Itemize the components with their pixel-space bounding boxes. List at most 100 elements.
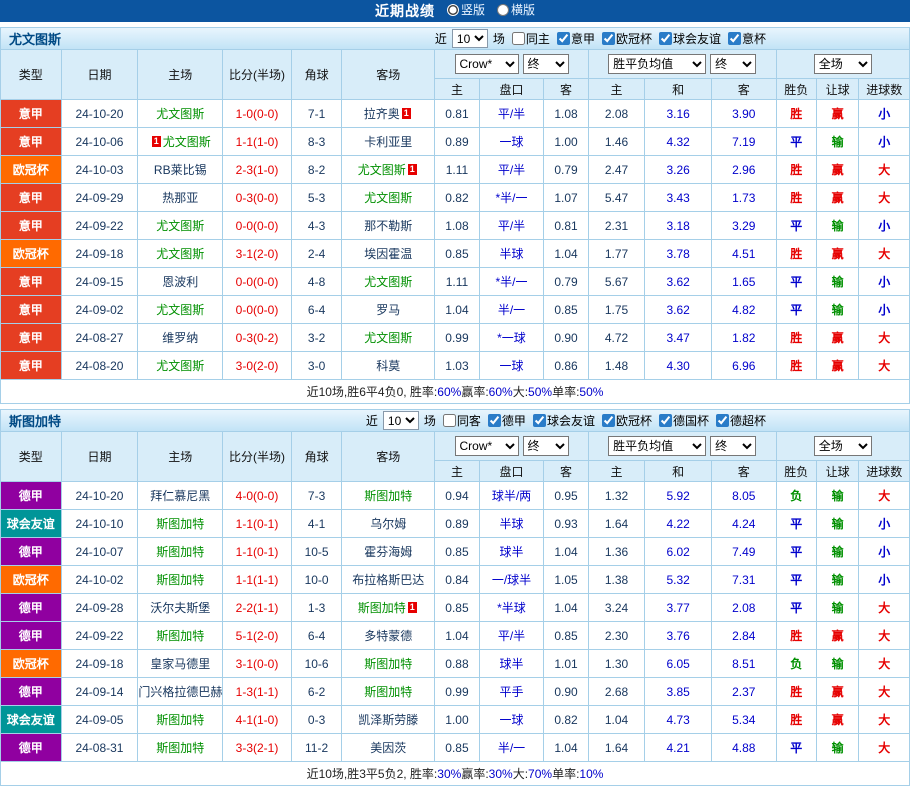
team-name-link[interactable]: 斯图加特 bbox=[156, 629, 204, 643]
team-name-link[interactable]: 霍芬海姆 bbox=[364, 545, 412, 559]
team-title[interactable]: 尤文图斯 bbox=[9, 29, 61, 48]
bookmaker-select[interactable]: Crow* bbox=[455, 436, 519, 456]
team-name-link[interactable]: 斯图加特 bbox=[156, 573, 204, 587]
odds-final-select[interactable]: 终 bbox=[523, 54, 569, 74]
checkbox-input[interactable] bbox=[602, 32, 615, 45]
filter-checkbox-0[interactable]: 同客 bbox=[442, 412, 481, 429]
checkbox-input[interactable] bbox=[443, 414, 456, 427]
team-name-link[interactable]: 斯图加特 bbox=[156, 741, 204, 755]
team-name-link[interactable]: 维罗纳 bbox=[162, 331, 198, 345]
layout-radio[interactable] bbox=[447, 4, 459, 16]
team-name-link[interactable]: 拉齐奥 bbox=[364, 107, 400, 121]
filter-checkbox-1[interactable]: 意甲 bbox=[556, 30, 595, 47]
league-type-badge: 意甲 bbox=[1, 212, 62, 240]
sub-header-2: 客 bbox=[544, 461, 588, 482]
match-score: 0-0(0-0) bbox=[223, 296, 292, 324]
filter-bar: 近10场同主意甲欧冠杯球会友谊意杯 bbox=[435, 29, 901, 48]
team-name-link[interactable]: 门兴格拉德巴赫 bbox=[138, 685, 222, 699]
team-name-link[interactable]: 尤文图斯 bbox=[163, 135, 211, 149]
filter-checkbox-2[interactable]: 球会友谊 bbox=[532, 412, 595, 429]
filter-checkbox-3[interactable]: 欧冠杯 bbox=[601, 412, 652, 429]
checkbox-input[interactable] bbox=[602, 414, 615, 427]
checkbox-input[interactable] bbox=[728, 32, 741, 45]
team-title[interactable]: 斯图加特 bbox=[9, 411, 61, 430]
team-name-link[interactable]: 尤文图斯 bbox=[364, 331, 412, 345]
away-team-cell: 乌尔姆 bbox=[342, 510, 435, 538]
filter-checkbox-2[interactable]: 欧冠杯 bbox=[601, 30, 652, 47]
layout-option-0[interactable]: 竖版 bbox=[447, 1, 485, 18]
team-name-link[interactable]: 斯图加特 bbox=[156, 545, 204, 559]
fulltime-select[interactable]: 全场 bbox=[814, 54, 872, 74]
team-name-link[interactable]: 恩波利 bbox=[162, 275, 198, 289]
redcard-badge: 1 bbox=[408, 164, 417, 175]
team-name-link[interactable]: 尤文图斯 bbox=[156, 219, 204, 233]
team-name-link[interactable]: 尤文图斯 bbox=[156, 359, 204, 373]
odds-final-select[interactable]: 终 bbox=[523, 436, 569, 456]
team-name-link[interactable]: 卡利亚里 bbox=[364, 135, 412, 149]
layout-radio[interactable] bbox=[497, 4, 509, 16]
team-name-link[interactable]: 埃因霍温 bbox=[364, 247, 412, 261]
team-name-link[interactable]: 美因茨 bbox=[370, 741, 406, 755]
team-name-link[interactable]: 斯图加特 bbox=[364, 685, 412, 699]
team-name-link[interactable]: 凯泽斯劳滕 bbox=[358, 713, 418, 727]
handicap-verdict: 输 bbox=[816, 650, 858, 678]
team-name-link[interactable]: RB莱比锡 bbox=[154, 163, 207, 177]
team-name-link[interactable]: 那不勒斯 bbox=[364, 219, 412, 233]
match-row: 意甲24-08-20尤文图斯3-0(2-0)3-0科莫1.03一球0.861.4… bbox=[1, 352, 910, 380]
team-name-link[interactable]: 斯图加特 bbox=[358, 601, 406, 615]
team-name-link[interactable]: 尤文图斯 bbox=[364, 275, 412, 289]
team-name-link[interactable]: 尤文图斯 bbox=[156, 107, 204, 121]
team-name-link[interactable]: 乌尔姆 bbox=[370, 517, 406, 531]
odds-away: 0.90 bbox=[544, 678, 588, 706]
filter-checkbox-4[interactable]: 意杯 bbox=[727, 30, 766, 47]
checkbox-input[interactable] bbox=[533, 414, 546, 427]
checkbox-input[interactable] bbox=[716, 414, 729, 427]
home-team-cell: 拜仁慕尼黑 bbox=[138, 482, 223, 510]
winodds-mean-select[interactable]: 胜平负均值 bbox=[608, 436, 706, 456]
checkbox-input[interactable] bbox=[488, 414, 501, 427]
fulltime-select[interactable]: 全场 bbox=[814, 436, 872, 456]
mean-draw: 3.76 bbox=[645, 622, 712, 650]
team-name-link[interactable]: 尤文图斯 bbox=[156, 303, 204, 317]
team-name-link[interactable]: 多特蒙德 bbox=[364, 629, 412, 643]
team-name-link[interactable]: 拜仁慕尼黑 bbox=[150, 489, 210, 503]
winodds-mean-select[interactable]: 胜平负均值 bbox=[608, 54, 706, 74]
handicap-verdict: 赢 bbox=[816, 324, 858, 352]
filter-checkbox-4[interactable]: 德国杯 bbox=[658, 412, 709, 429]
bookmaker-select[interactable]: Crow* bbox=[455, 54, 519, 74]
team-name-link[interactable]: 尤文图斯 bbox=[364, 191, 412, 205]
home-team-cell: 恩波利 bbox=[138, 268, 223, 296]
team-name-link[interactable]: 罗马 bbox=[376, 303, 400, 317]
checkbox-input[interactable] bbox=[557, 32, 570, 45]
checkbox-input[interactable] bbox=[659, 32, 672, 45]
filter-checkbox-3[interactable]: 球会友谊 bbox=[658, 30, 721, 47]
mean-final-select[interactable]: 终 bbox=[710, 436, 756, 456]
team-name-link[interactable]: 斯图加特 bbox=[364, 657, 412, 671]
home-team-cell: 维罗纳 bbox=[138, 324, 223, 352]
team-name-link[interactable]: 尤文图斯 bbox=[358, 163, 406, 177]
team-name-link[interactable]: 皇家马德里 bbox=[150, 657, 210, 671]
team-name-link[interactable]: 热那亚 bbox=[162, 191, 198, 205]
filter-checkbox-0[interactable]: 同主 bbox=[511, 30, 550, 47]
layout-option-1[interactable]: 横版 bbox=[497, 1, 535, 18]
odds-home: 0.85 bbox=[435, 594, 479, 622]
team-name-link[interactable]: 科莫 bbox=[376, 359, 400, 373]
checkbox-input[interactable] bbox=[512, 32, 525, 45]
team-name-link[interactable]: 沃尔夫斯堡 bbox=[150, 601, 210, 615]
checkbox-input[interactable] bbox=[659, 414, 672, 427]
odds-home: 0.99 bbox=[435, 324, 479, 352]
team-name-link[interactable]: 布拉格斯巴达 bbox=[352, 573, 424, 587]
match-count-select[interactable]: 10 bbox=[383, 411, 419, 430]
mean-final-select[interactable]: 终 bbox=[710, 54, 756, 74]
filter-checkbox-1[interactable]: 德甲 bbox=[487, 412, 526, 429]
match-score: 0-0(0-0) bbox=[223, 212, 292, 240]
mean-group-header: 胜平负均值终 bbox=[588, 50, 776, 79]
team-name-link[interactable]: 尤文图斯 bbox=[156, 247, 204, 261]
filter-checkbox-5[interactable]: 德超杯 bbox=[715, 412, 766, 429]
team-name-link[interactable]: 斯图加特 bbox=[156, 713, 204, 727]
odds-handicap: *半/一 bbox=[479, 184, 544, 212]
match-count-select[interactable]: 10 bbox=[452, 29, 488, 48]
team-name-link[interactable]: 斯图加特 bbox=[364, 489, 412, 503]
team-name-link[interactable]: 斯图加特 bbox=[156, 517, 204, 531]
mean-away: 1.82 bbox=[711, 324, 776, 352]
